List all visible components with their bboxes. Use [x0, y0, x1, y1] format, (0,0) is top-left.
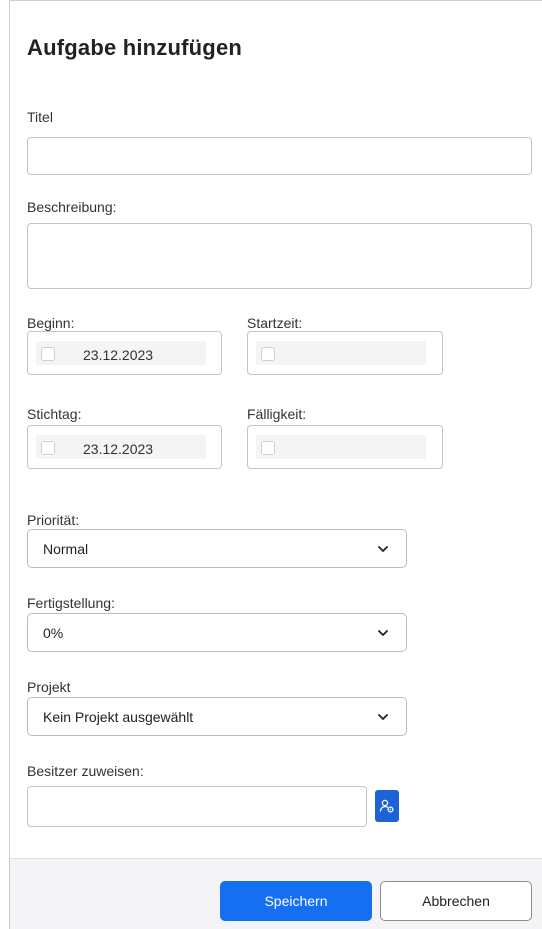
- dialog-title: Aufgabe hinzufügen: [27, 35, 243, 60]
- start-time-field[interactable]: [247, 331, 443, 375]
- description-input[interactable]: [27, 223, 532, 289]
- start-date-checkbox[interactable]: [41, 347, 55, 361]
- completion-label: Fertigstellung:: [27, 595, 115, 611]
- start-date-value: 23.12.2023: [83, 347, 154, 363]
- owner-input[interactable]: [27, 786, 367, 827]
- due-label: Fälligkeit:: [247, 406, 307, 422]
- start-time-inner: [256, 341, 426, 365]
- cancel-button[interactable]: Abbrechen: [380, 881, 532, 921]
- chevron-down-icon: [378, 546, 388, 552]
- completion-select[interactable]: 0%: [27, 613, 407, 652]
- due-time-inner: [256, 435, 426, 459]
- title-label: Titel: [27, 109, 53, 125]
- chevron-down-icon: [378, 714, 388, 720]
- start-date-field[interactable]: 23.12.2023: [27, 331, 222, 375]
- priority-label: Priorität:: [27, 512, 80, 528]
- owner-label: Besitzer zuweisen:: [27, 763, 144, 779]
- dialog-footer: Speichern Abbrechen: [10, 858, 542, 929]
- deadline-date-field[interactable]: 23.12.2023: [27, 425, 222, 469]
- person-settings-icon: [379, 799, 394, 813]
- project-value: Kein Projekt ausgewählt: [43, 709, 194, 725]
- priority-value: Normal: [43, 541, 89, 557]
- chevron-down-icon: [378, 630, 388, 636]
- assign-owner-button[interactable]: [375, 790, 399, 822]
- title-input[interactable]: [27, 137, 532, 175]
- start-time-label: Startzeit:: [247, 315, 303, 331]
- due-time-checkbox[interactable]: [261, 441, 275, 455]
- project-select[interactable]: Kein Projekt ausgewählt: [27, 697, 407, 736]
- add-task-dialog: Aufgabe hinzufügen Titel Beschreibung: B…: [9, 0, 542, 929]
- due-time-field[interactable]: [247, 425, 443, 469]
- priority-select[interactable]: Normal: [27, 529, 407, 568]
- start-time-checkbox[interactable]: [261, 347, 275, 361]
- save-button[interactable]: Speichern: [220, 881, 372, 921]
- deadline-date-value: 23.12.2023: [83, 441, 154, 457]
- completion-value: 0%: [43, 625, 64, 641]
- deadline-date-checkbox[interactable]: [41, 441, 55, 455]
- deadline-label: Stichtag:: [27, 406, 82, 422]
- project-label: Projekt: [27, 679, 71, 695]
- description-label: Beschreibung:: [27, 199, 117, 215]
- start-date-label: Beginn:: [27, 315, 75, 331]
